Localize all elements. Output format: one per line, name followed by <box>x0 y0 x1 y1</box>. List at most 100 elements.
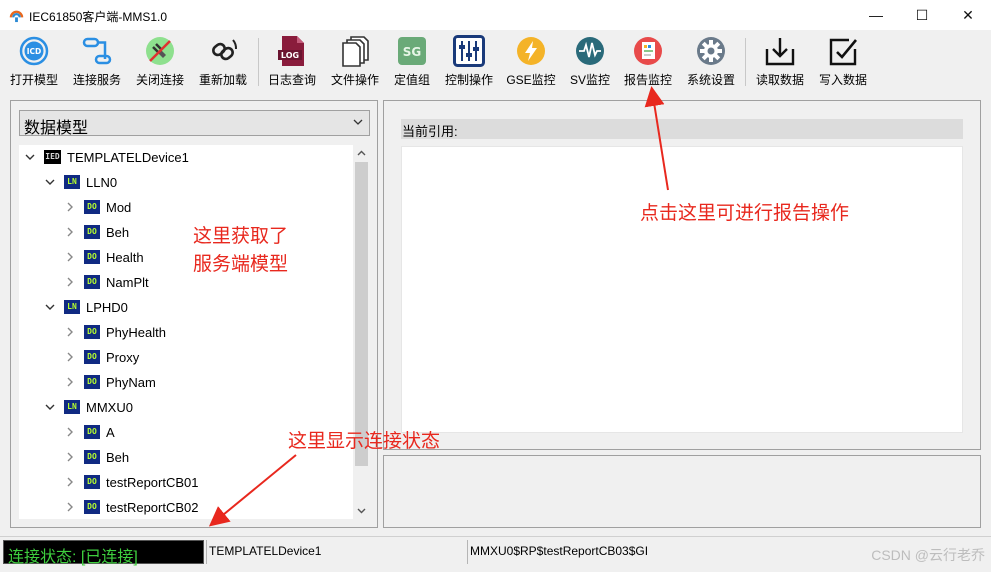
model-type-select[interactable]: 数据模型 <box>19 110 370 137</box>
connection-status: 连接状态: [已连接] <box>3 540 204 566</box>
svg-text:ICD: ICD <box>27 47 42 56</box>
do-node-icon: DO <box>84 225 100 239</box>
gse-monitor-button[interactable]: GSE监控 <box>506 34 556 90</box>
tree-node-label: PhyNam <box>106 374 156 390</box>
log-query-button[interactable]: LOG 日志查询 <box>266 34 318 90</box>
file-icon <box>338 34 372 68</box>
app-window: IEC61850客户端-MMS1.0 — ☐ ✕ ICD 打开模型 连接服务 关… <box>0 0 991 572</box>
chevron-right-icon[interactable] <box>64 251 76 263</box>
toolbar-separator <box>258 38 259 86</box>
reference-content-area[interactable] <box>401 146 963 433</box>
maximize-button[interactable]: ☐ <box>899 0 945 30</box>
tree-node[interactable]: DO Mod <box>64 196 131 218</box>
annotation-report: 点击这里可进行报告操作 <box>640 203 850 224</box>
chevron-right-icon[interactable] <box>64 201 76 213</box>
chevron-right-icon[interactable] <box>64 501 76 513</box>
gear-icon <box>694 34 728 68</box>
chevron-right-icon[interactable] <box>64 451 76 463</box>
chevron-right-icon[interactable] <box>64 376 76 388</box>
do-node-icon: DO <box>84 450 100 464</box>
do-node-icon: DO <box>84 425 100 439</box>
file-operation-button[interactable]: 文件操作 <box>329 34 381 90</box>
tree-node[interactable]: DO PhyHealth <box>64 321 166 343</box>
setting-group-icon: SG <box>395 34 429 68</box>
tree-node-label: LPHD0 <box>86 299 128 315</box>
current-reference-header: 当前引用: <box>401 119 963 139</box>
chevron-down-icon[interactable] <box>44 176 56 188</box>
app-logo-icon <box>9 10 24 23</box>
chevron-right-icon[interactable] <box>64 326 76 338</box>
reference-panel: 当前引用: <box>383 100 981 450</box>
chevron-right-icon[interactable] <box>64 426 76 438</box>
do-node-icon: DO <box>84 500 100 514</box>
watermark: CSDN @云行老乔 <box>871 547 985 563</box>
report-icon <box>631 34 665 68</box>
annotation-model-line1: 这里获取了 <box>193 226 289 247</box>
tree-node[interactable]: IED TEMPLATELDevice1 <box>24 146 189 168</box>
gse-icon <box>514 34 548 68</box>
close-connection-button[interactable]: 关闭连接 <box>134 34 186 90</box>
tree-node[interactable]: DO Beh <box>64 221 129 243</box>
tree-node[interactable]: DO NamPlt <box>64 271 149 293</box>
control-operation-button[interactable]: 控制操作 <box>442 34 496 90</box>
chevron-down-icon[interactable] <box>44 301 56 313</box>
minimize-button[interactable]: — <box>853 0 899 30</box>
chevron-right-icon[interactable] <box>64 351 76 363</box>
model-tree[interactable]: IED TEMPLATELDevice1 LN LLN0 DO Mod DO Beh DO Hea… <box>19 145 370 519</box>
tree-node[interactable]: DO A <box>64 421 115 443</box>
report-monitor-button[interactable]: 报告监控 <box>622 34 674 90</box>
status-separator <box>467 540 468 564</box>
connect-service-button[interactable]: 连接服务 <box>71 34 123 90</box>
svg-text:SG: SG <box>403 45 422 59</box>
svg-text:LOG: LOG <box>281 51 299 60</box>
ln-node-icon: LN <box>64 400 80 414</box>
tree-node[interactable]: DO testReportCB02 <box>64 496 199 518</box>
do-node-icon: DO <box>84 475 100 489</box>
annotation-status: 这里显示连接状态 <box>288 431 441 452</box>
read-data-button[interactable]: 读取数据 <box>754 34 806 90</box>
data-model-panel: 数据模型 IED TEMPLATELDevice1 LN LLN0 DO Mod DO Beh… <box>10 100 378 528</box>
tree-node[interactable]: DO testReportCB01 <box>64 471 199 493</box>
tree-node[interactable]: DO PhyNam <box>64 371 156 393</box>
reload-button[interactable]: 重新加载 <box>197 34 249 90</box>
write-data-button[interactable]: 写入数据 <box>817 34 869 90</box>
tree-node[interactable]: DO Proxy <box>64 346 139 368</box>
do-node-icon: DO <box>84 250 100 264</box>
ied-node-icon: IED <box>44 150 61 164</box>
toolbar-separator <box>745 38 746 86</box>
status-separator <box>206 540 207 564</box>
do-node-icon: DO <box>84 375 100 389</box>
chevron-down-icon[interactable] <box>24 151 36 163</box>
do-node-icon: DO <box>84 275 100 289</box>
tree-scrollbar[interactable] <box>353 145 370 519</box>
tree-node[interactable]: LN LPHD0 <box>44 296 128 318</box>
tree-node-label: Proxy <box>106 349 140 365</box>
tree-node[interactable]: DO Beh <box>64 446 129 468</box>
main-toolbar: ICD 打开模型 连接服务 关闭连接 重新加载 LOG 日志查询 文件操作 SG… <box>0 30 991 92</box>
system-settings-button[interactable]: 系统设置 <box>685 34 737 90</box>
tree-node[interactable]: LN MMXU0 <box>44 396 133 418</box>
chevron-down-icon[interactable] <box>44 401 56 413</box>
scroll-thumb[interactable] <box>355 162 368 466</box>
icd-open-icon: ICD <box>17 34 51 68</box>
sv-monitor-button[interactable]: SV监控 <box>566 34 614 90</box>
chevron-right-icon[interactable] <box>64 276 76 288</box>
log-icon: LOG <box>275 34 309 68</box>
tree-node[interactable]: DO Health <box>64 246 144 268</box>
open-model-button[interactable]: ICD 打开模型 <box>8 34 60 90</box>
tree-node[interactable]: LN LLN0 <box>44 171 117 193</box>
do-node-icon: DO <box>84 200 100 214</box>
scroll-up-icon[interactable] <box>356 148 367 159</box>
setting-group-button[interactable]: SG 定值组 <box>390 34 434 90</box>
connect-icon <box>80 34 114 68</box>
scroll-down-icon[interactable] <box>356 505 367 516</box>
chevron-right-icon[interactable] <box>64 476 76 488</box>
window-title: IEC61850客户端-MMS1.0 <box>29 10 168 24</box>
status-current-reference: MMXU0$RP$testReportCB03$GI <box>470 544 649 558</box>
close-button[interactable]: ✕ <box>945 0 991 30</box>
chevron-right-icon[interactable] <box>64 226 76 238</box>
chevron-down-icon <box>353 119 363 125</box>
ln-node-icon: LN <box>64 175 80 189</box>
control-icon <box>452 34 486 68</box>
tree-node-label: PhyHealth <box>106 324 166 340</box>
